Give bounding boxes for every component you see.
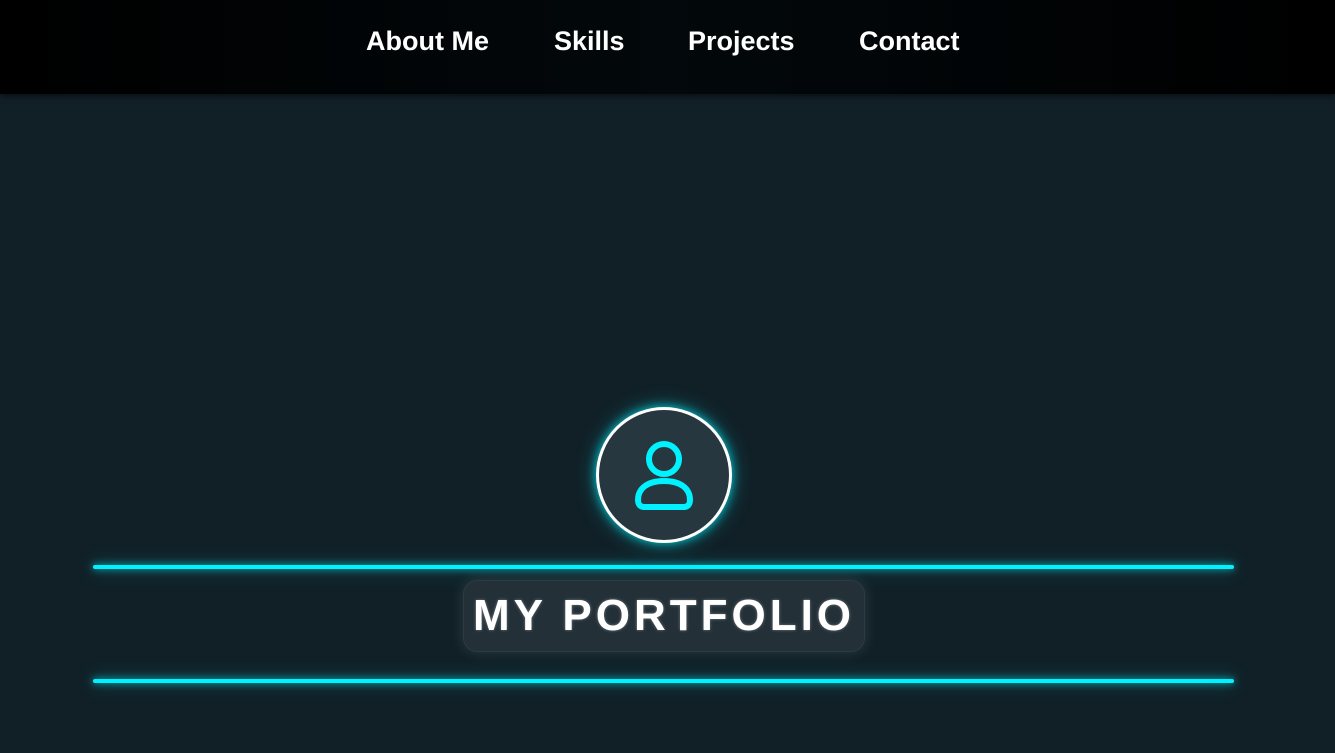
top-navigation: About Me Skills Projects Contact	[0, 0, 1335, 94]
accent-line-bottom	[93, 679, 1234, 683]
nav-link-about-me[interactable]: About Me	[366, 24, 489, 58]
page-title-panel: MY PORTFOLIO	[463, 580, 865, 652]
nav-link-projects[interactable]: Projects	[688, 24, 795, 58]
page-title: MY PORTFOLIO	[472, 591, 856, 640]
avatar	[596, 407, 732, 543]
user-icon	[635, 441, 693, 510]
nav-link-contact[interactable]: Contact	[859, 24, 960, 58]
accent-line-top	[93, 565, 1234, 569]
hero-section: MY PORTFOLIO	[0, 94, 1335, 753]
nav-link-skills[interactable]: Skills	[554, 24, 625, 58]
